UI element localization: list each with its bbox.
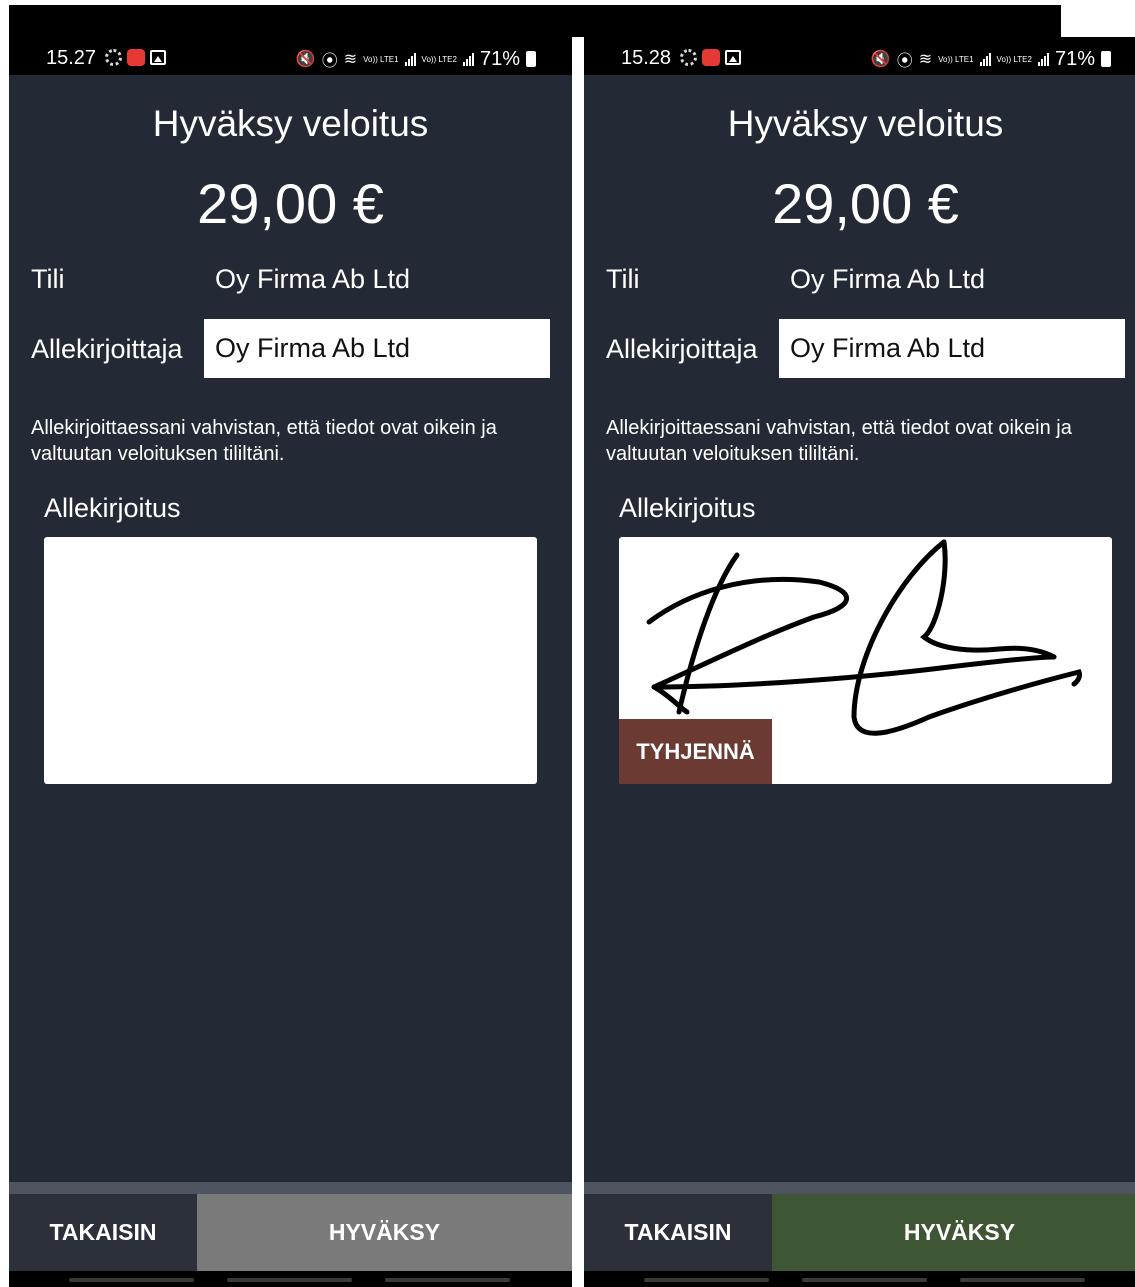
bottom-divider: [9, 1182, 572, 1194]
location-icon: ⦿: [896, 53, 913, 70]
consent-text: Allekirjoittaessani vahvistan, että tied…: [606, 417, 1072, 465]
signer-label: Allekirjoittaja: [31, 334, 183, 364]
signer-input[interactable]: [204, 319, 550, 378]
sim2-label: Vo)) LTE2: [421, 54, 457, 64]
nav-back[interactable]: [385, 1278, 510, 1282]
mute-icon: 🔇: [295, 51, 316, 68]
back-button[interactable]: TAKAISIN: [584, 1194, 772, 1271]
system-icons: 🔇 ⦿ ≋ Vo)) LTE1 Vo)) LTE2 71%: [871, 47, 1111, 71]
nav-bar: [9, 1271, 572, 1287]
system-icons: 🔇 ⦿ ≋ Vo)) LTE1 Vo)) LTE2 71%: [296, 47, 536, 71]
sim2-label: Vo)) LTE2: [996, 54, 1032, 64]
page-title: Hyväksy veloitus: [152, 103, 429, 144]
nav-bar: [584, 1271, 1135, 1287]
nav-recents[interactable]: [644, 1278, 769, 1282]
consent-text: Allekirjoittaessani vahvistan, että tied…: [31, 417, 497, 465]
red-app-icon: [127, 49, 145, 66]
back-button[interactable]: TAKAISIN: [9, 1194, 197, 1271]
charge-amount: 29,00 €: [197, 172, 384, 235]
account-label: Tili: [31, 264, 65, 294]
signature-label: Allekirjoitus: [619, 493, 756, 523]
gear-icon: [105, 49, 122, 66]
page-title: Hyväksy veloitus: [727, 103, 1004, 144]
top-black-strip: [9, 5, 1061, 37]
nav-home[interactable]: [802, 1278, 927, 1282]
status-time: 15.28: [621, 47, 672, 69]
battery-icon: [526, 51, 536, 67]
bottom-divider: [584, 1182, 1135, 1194]
accept-button[interactable]: HYVÄKSY: [197, 1194, 572, 1271]
wifi-icon: ≋: [918, 51, 933, 68]
signature-pad[interactable]: TYHJENNÄ: [619, 537, 1112, 784]
battery-icon: [1101, 51, 1111, 67]
battery-percent: 71%: [479, 47, 520, 70]
phone-screen-signed: 15.28 🔇 ⦿ ≋ Vo)) LTE1 Vo)) LTE2 71% Hyvä…: [584, 37, 1135, 1287]
nav-back[interactable]: [960, 1278, 1085, 1282]
signal-icon: [462, 52, 474, 66]
charge-amount: 29,00 €: [772, 172, 959, 235]
nav-home[interactable]: [227, 1278, 352, 1282]
sim1-label: Vo)) LTE1: [938, 54, 974, 64]
gear-icon: [680, 49, 697, 66]
gallery-icon: [725, 50, 741, 65]
wifi-icon: ≋: [343, 51, 358, 68]
phone-screen-unsigned: 15.27 🔇 ⦿ ≋ Vo)) LTE1 Vo)) LTE2 71% Hyvä…: [9, 37, 572, 1287]
battery-percent: 71%: [1054, 47, 1095, 70]
signal-icon: [979, 52, 991, 66]
nav-recents[interactable]: [69, 1278, 194, 1282]
notification-icons: [105, 49, 166, 66]
sim1-label: Vo)) LTE1: [363, 54, 399, 64]
gallery-icon: [150, 50, 166, 65]
notification-icons: [680, 49, 741, 66]
signal-icon: [404, 52, 416, 66]
clear-signature-button[interactable]: TYHJENNÄ: [619, 719, 772, 784]
signature-label: Allekirjoitus: [44, 493, 181, 523]
status-bar: 15.28 🔇 ⦿ ≋ Vo)) LTE1 Vo)) LTE2 71%: [584, 37, 1135, 75]
signal-icon: [1037, 52, 1049, 66]
location-icon: ⦿: [321, 53, 338, 70]
status-time: 15.27: [46, 47, 97, 69]
mute-icon: 🔇: [870, 51, 891, 68]
account-value: Oy Firma Ab Ltd: [790, 264, 986, 294]
signer-input[interactable]: [779, 319, 1125, 378]
account-label: Tili: [606, 264, 640, 294]
signer-label: Allekirjoittaja: [606, 334, 758, 364]
accept-button[interactable]: HYVÄKSY: [772, 1194, 1135, 1271]
signature-pad[interactable]: [44, 537, 537, 784]
account-value: Oy Firma Ab Ltd: [215, 264, 411, 294]
status-bar: 15.27 🔇 ⦿ ≋ Vo)) LTE1 Vo)) LTE2 71%: [9, 37, 572, 75]
red-app-icon: [702, 49, 720, 66]
